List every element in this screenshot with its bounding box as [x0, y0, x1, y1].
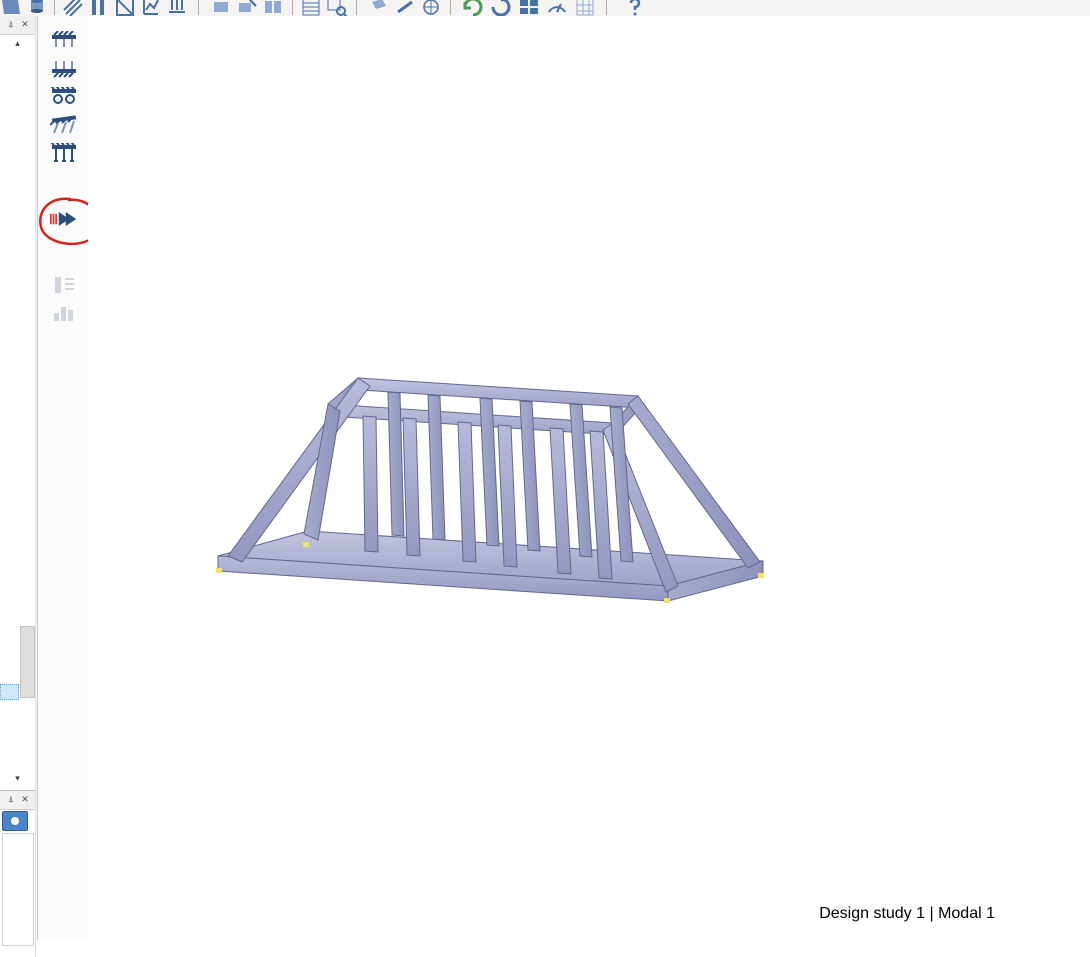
- results-list-icon[interactable]: [50, 274, 78, 296]
- truss-model: [208, 356, 778, 616]
- snapshot-list: [2, 833, 34, 946]
- toolbar-separator: [606, 0, 607, 15]
- camera-icon[interactable]: [2, 811, 28, 831]
- toolbar-separator: [450, 0, 451, 15]
- tree-selected-row[interactable]: [0, 684, 19, 700]
- snapshot-panel: ⍋ ✕: [0, 790, 36, 957]
- toolbar-separator: [292, 0, 293, 15]
- toolbar-separator: [356, 0, 357, 15]
- run-analysis-icon[interactable]: [50, 208, 78, 230]
- toolbar-separator: [198, 0, 199, 15]
- left-panel-column: ⍋ ✕ ▴ ▾ ⍋ ✕: [0, 16, 37, 940]
- constraint-angled-icon[interactable]: [50, 114, 78, 136]
- constraint-bottom-icon[interactable]: [50, 58, 78, 80]
- close-icon[interactable]: ✕: [19, 18, 31, 30]
- constraint-top-icon[interactable]: [50, 30, 78, 52]
- vertical-scrollbar[interactable]: [20, 626, 35, 698]
- model-tree-panel: ⍋ ✕ ▴ ▾: [0, 16, 36, 790]
- top-toolbar: [0, 0, 1090, 17]
- panel-header: ⍋ ✕: [0, 16, 35, 35]
- close-icon[interactable]: ✕: [19, 793, 31, 805]
- scroll-up-icon[interactable]: ▴: [11, 38, 24, 50]
- toolbar-separator: [54, 0, 55, 15]
- simulation-vertical-toolbar: [37, 16, 90, 940]
- panel-header: ⍋ ✕: [0, 791, 35, 810]
- pin-icon[interactable]: ⍋: [5, 793, 17, 805]
- constraint-legs-icon[interactable]: [50, 142, 78, 164]
- 3d-viewport[interactable]: Design study 1 | Modal 1: [88, 16, 1090, 940]
- results-bars-icon[interactable]: [50, 302, 78, 324]
- pin-icon[interactable]: ⍋: [5, 18, 17, 30]
- viewport-status-label: Design study 1 | Modal 1: [819, 905, 995, 923]
- scroll-down-icon[interactable]: ▾: [11, 773, 24, 785]
- constraint-roller-icon[interactable]: [50, 86, 78, 108]
